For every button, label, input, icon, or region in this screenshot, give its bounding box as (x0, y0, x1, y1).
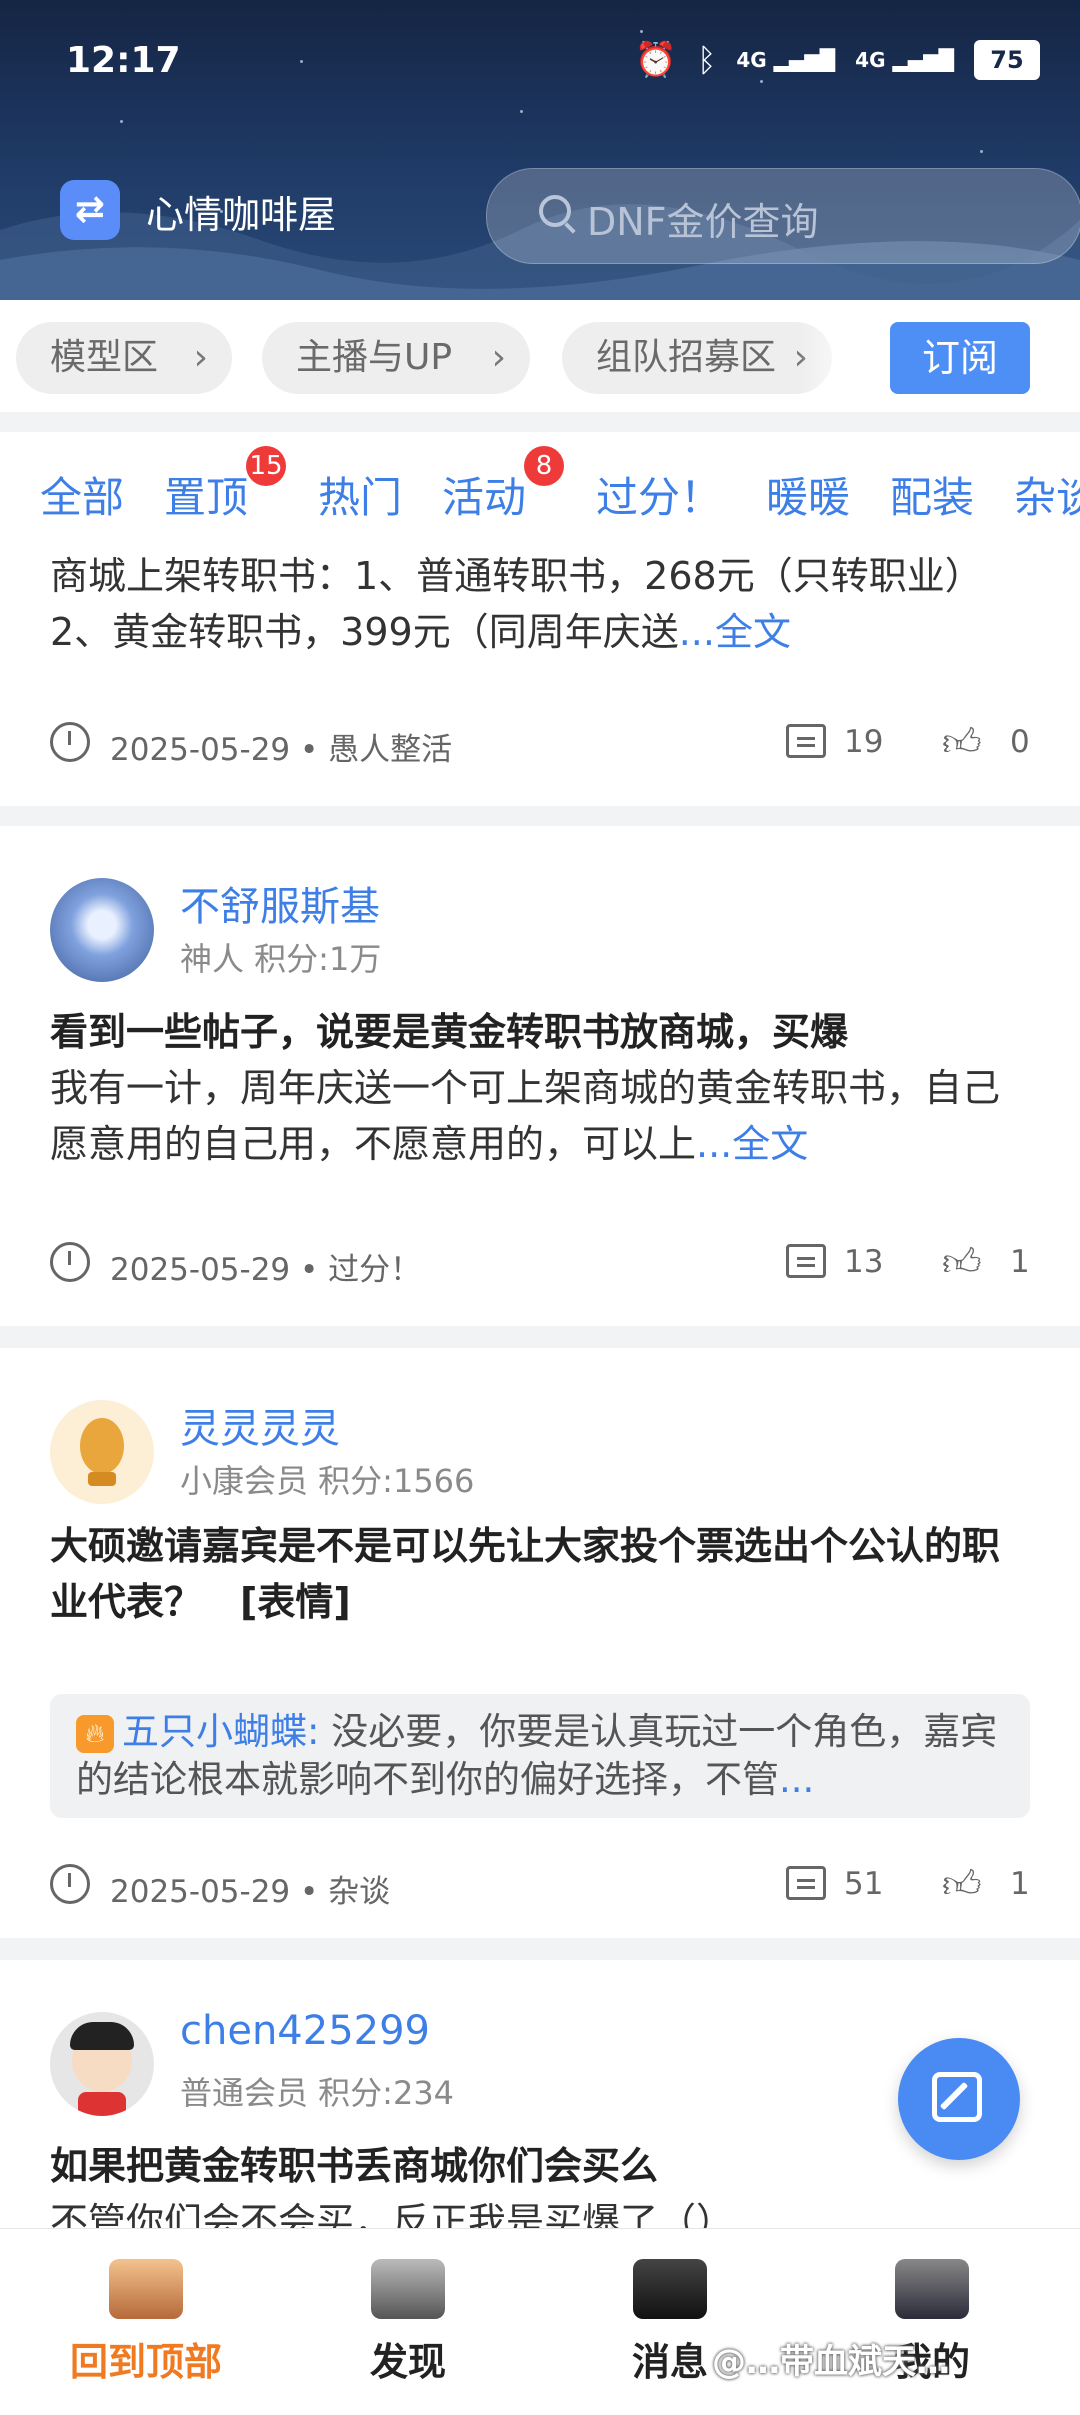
post-footer: 2025-05-29 • 杂谈 51 👍︎ 1 (50, 1860, 1030, 1910)
search-bar[interactable]: DNF金价查询 (486, 168, 1080, 264)
clock-icon (50, 1864, 90, 1904)
signal-icon-2: 4G ▂▄▆█ (855, 48, 954, 72)
compose-button[interactable] (898, 2038, 1020, 2160)
avatar[interactable] (50, 878, 154, 982)
chevron-right-icon: › (491, 337, 506, 378)
author-meta: 普通会员 积分:234 (180, 2074, 455, 2112)
status-time: 12:17 (66, 40, 181, 81)
ship-icon (109, 2259, 183, 2319)
comment-count: 13 (844, 1244, 884, 1280)
author-meta: 神人 积分:1万 (180, 940, 382, 978)
filter-tabs: 全部 置顶 15 热门 活动 8 过分！ 暖暖 配装 杂谈 (0, 432, 1080, 548)
chevron-right-icon: › (193, 337, 208, 378)
tab-activity[interactable]: 活动 (442, 464, 526, 525)
watermark: @…带血斌天… (712, 2342, 950, 2382)
alarm-icon: ⏰ (634, 40, 678, 80)
bottom-navigation: 回到顶部 发现 消息 我的 (0, 2228, 1080, 2415)
post-body: 商城上架转职书：1、普通转职书，268元（只转职业）2、黄金转职书，399元（同… (50, 554, 983, 654)
read-more-link[interactable]: ...全文 (696, 1122, 808, 1166)
nav-back-to-top[interactable]: 回到顶部 (46, 2259, 246, 2386)
activity-badge: 8 (524, 446, 564, 486)
read-more-link[interactable]: ...全文 (679, 610, 791, 654)
post-title: 大硕邀请嘉宾是不是可以先让大家投个票选出个公认的职业代表？ [表情] (50, 1524, 1001, 1624)
header-banner: 12:17 ⏰ ᛒ 4G ▂▄▆█ 4G ▂▄▆█ 75 ⇄ 心情咖啡屋 DNF… (0, 0, 1080, 300)
fire-icon: 🔥︎ (76, 1715, 114, 1753)
author-name[interactable]: 灵灵灵灵 (180, 1396, 340, 1454)
tab-warm[interactable]: 暖暖 (766, 464, 850, 525)
avatar[interactable] (50, 1400, 154, 1504)
edit-icon (932, 2072, 982, 2122)
clock-icon (50, 722, 90, 762)
discover-icon (371, 2259, 445, 2319)
comment-count: 19 (844, 724, 884, 760)
comment-icon[interactable] (786, 724, 826, 758)
post-date: 2025-05-29 • 杂谈 (110, 1874, 391, 1910)
comment-icon[interactable] (786, 1244, 826, 1278)
status-bar: 12:17 ⏰ ᛒ 4G ▂▄▆█ 4G ▂▄▆█ 75 (66, 40, 1040, 90)
like-count: 0 (1010, 724, 1030, 760)
thumbs-up-icon[interactable]: 👍︎ (942, 720, 982, 766)
category-chip-streamer[interactable]: 主播与UP › (262, 322, 530, 394)
search-placeholder: DNF金价查询 (587, 200, 819, 244)
author-name[interactable]: chen425299 (180, 2008, 430, 2054)
battery-icon: 75 (974, 40, 1040, 80)
tab-all[interactable]: 全部 (40, 464, 124, 525)
avatar[interactable] (50, 2012, 154, 2116)
comment-count: 51 (844, 1866, 884, 1902)
tab-builds[interactable]: 配装 (890, 464, 974, 525)
tab-excessive[interactable]: 过分！ (596, 464, 722, 525)
author-meta: 小康会员 积分:1566 (180, 1462, 475, 1500)
post-card[interactable]: 灵灵灵灵 小康会员 积分:1566 大硕邀请嘉宾是不是可以先让大家投个票选出个公… (0, 1348, 1080, 1938)
tab-pinned[interactable]: 置顶 (164, 464, 248, 525)
post-card[interactable]: 商城上架转职书：1、普通转职书，268元（只转职业）2、黄金转职书，399元（同… (0, 548, 1080, 806)
nav-discover[interactable]: 发现 (308, 2259, 508, 2386)
category-bar: 模型区› 主播与UP› 组队招募区› 订阅 (0, 300, 1080, 412)
hat-icon (633, 2259, 707, 2319)
post-date: 2025-05-29 • 愚人整活 (110, 732, 453, 768)
like-count: 1 (1010, 1866, 1030, 1902)
hot-comment-preview[interactable]: 🔥︎ 五只小蝴蝶: 没必要，你要是认真玩过一个角色，嘉宾的结论根本就影响不到你的偏… (50, 1694, 1030, 1818)
forum-title[interactable]: 心情咖啡屋 (146, 184, 336, 239)
thumbs-up-icon[interactable]: 👍︎ (942, 1240, 982, 1286)
post-footer: 2025-05-29 • 过分！ 13 👍︎ 1 (50, 1238, 1030, 1288)
tab-chat[interactable]: 杂谈 (1014, 464, 1080, 525)
post-body: 我有一计，周年庆送一个可上架商城的黄金转职书，自己愿意用的自己用，不愿意用的，可… (50, 1066, 1001, 1166)
search-icon (539, 195, 571, 227)
post-footer: 2025-05-29 • 愚人整活 19 👍︎ 0 (50, 718, 1030, 768)
like-count: 1 (1010, 1244, 1030, 1280)
pinned-badge: 15 (246, 446, 286, 486)
bluetooth-icon: ᛒ (697, 41, 717, 79)
comment-author[interactable]: 五只小蝴蝶: (122, 1710, 319, 1753)
clock-icon (50, 1242, 90, 1282)
subscribe-button[interactable]: 订阅 (890, 322, 1030, 394)
switch-forum-icon[interactable]: ⇄ (60, 180, 120, 240)
post-body: 不管你们会不会买，反正我是买爆了（） (50, 2200, 735, 2228)
thumbs-up-icon[interactable]: 👍︎ (942, 1862, 982, 1908)
post-date: 2025-05-29 • 过分！ (110, 1252, 422, 1288)
post-card[interactable]: 不舒服斯基 神人 积分:1万 看到一些帖子，说要是黄金转职书放商城，买爆 我有一… (0, 826, 1080, 1326)
post-feed: 商城上架转职书：1、普通转职书，268元（只转职业）2、黄金转职书，399元（同… (0, 548, 1080, 2228)
category-chip-model[interactable]: 模型区 › (16, 322, 232, 394)
author-name[interactable]: 不舒服斯基 (180, 874, 380, 932)
profile-icon (895, 2259, 969, 2319)
post-title: 看到一些帖子，说要是黄金转职书放商城，买爆 (50, 1010, 849, 1054)
signal-icon: 4G ▂▄▆█ (736, 48, 836, 72)
tab-hot[interactable]: 热门 (318, 464, 402, 525)
post-title: 如果把黄金转职书丢商城你们会买么 (50, 2144, 659, 2188)
comment-icon[interactable] (786, 1866, 826, 1900)
category-chip-team[interactable]: 组队招募区› (562, 322, 832, 394)
